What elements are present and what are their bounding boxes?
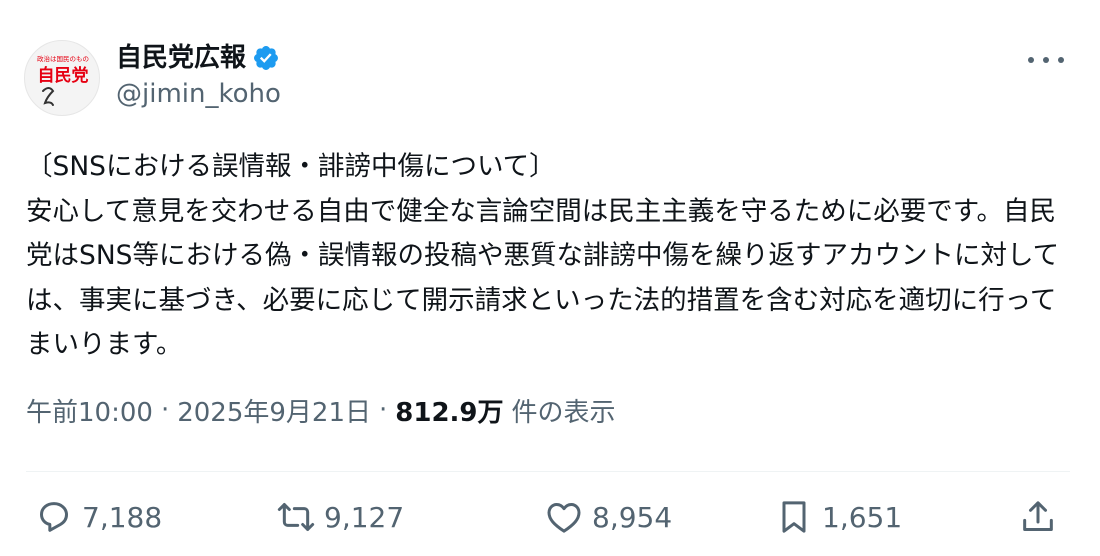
avatar-top-text: 政治は国民のもの xyxy=(37,54,89,63)
display-name[interactable]: 自民党広報 xyxy=(116,45,246,71)
bookmark-count: 1,651 xyxy=(822,500,903,534)
share-icon xyxy=(1023,501,1053,531)
dot xyxy=(1043,57,1049,63)
repost-count: 9,127 xyxy=(324,500,405,534)
tweet-date[interactable]: 2025年9月21日 xyxy=(177,392,371,429)
heart-icon xyxy=(547,503,581,533)
author-handle[interactable]: @jimin_koho xyxy=(116,78,281,110)
verified-badge-icon[interactable] xyxy=(252,44,280,72)
author-name-row: 自民党広報 xyxy=(116,38,280,78)
reply-button[interactable]: 7,188 xyxy=(34,494,162,540)
reply-icon xyxy=(40,502,68,532)
like-button[interactable]: 8,954 xyxy=(544,494,672,540)
tweet-time[interactable]: 午前10:00 xyxy=(26,392,153,429)
repost-icon xyxy=(277,503,315,531)
dot xyxy=(1028,57,1034,63)
ldp-logo: 政治は国民のもの 自民党 xyxy=(37,54,89,106)
bookmark-button[interactable]: 1,651 xyxy=(774,494,902,540)
views-label[interactable]: 件の表示 xyxy=(512,392,616,429)
dot xyxy=(1058,57,1064,63)
meta-separator: · xyxy=(379,395,388,425)
like-count: 8,954 xyxy=(592,500,673,534)
logo-mark xyxy=(42,87,55,106)
meta-separator: · xyxy=(160,395,170,425)
tweet-meta: 午前10:00 · 2025年9月21日 · 812.9万 件の表示 xyxy=(26,390,616,430)
divider xyxy=(26,471,1070,472)
reply-count: 7,188 xyxy=(82,500,163,534)
share-button[interactable] xyxy=(1018,494,1058,540)
avatar-logo-text: 自民党 xyxy=(38,65,89,86)
avatar[interactable]: 政治は国民のもの 自民党 xyxy=(24,40,100,116)
action-bar: 7,188 9,127 8,954 1,651 xyxy=(26,494,1070,540)
more-options-icon[interactable] xyxy=(1028,50,1064,70)
views-count[interactable]: 812.9万 xyxy=(395,392,503,429)
tweet-text: 〔SNSにおける誤情報・誹謗中傷について〕 安心して意見を交わせる自由で健全な言… xyxy=(26,151,1060,360)
repost-button[interactable]: 9,127 xyxy=(276,494,404,540)
bookmark-icon xyxy=(782,501,806,533)
